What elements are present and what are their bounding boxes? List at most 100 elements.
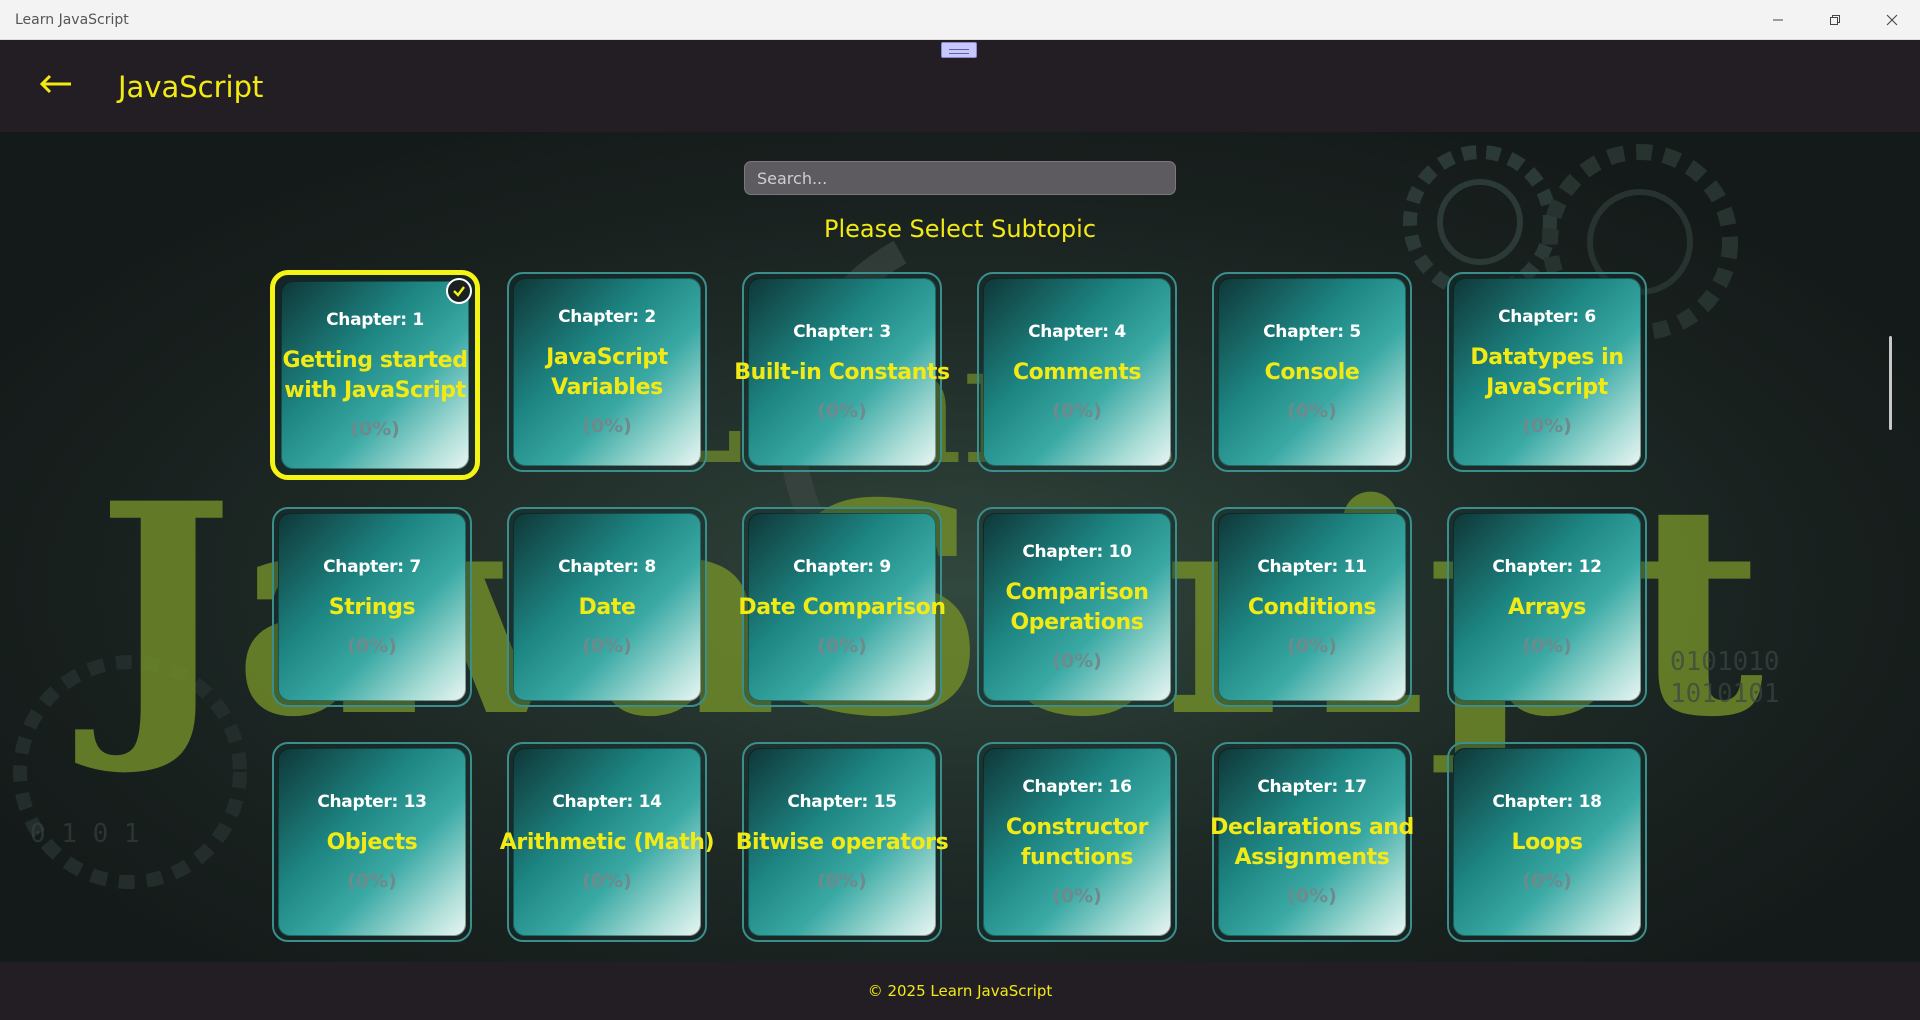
chapter-card[interactable]: Chapter: 7 Strings (0%) <box>272 507 472 707</box>
chapter-title-line: Getting started <box>282 348 468 373</box>
restore-icon <box>1829 15 1840 25</box>
chapter-title-line: Conditions <box>1247 595 1377 620</box>
svg-text:0101010: 0101010 <box>1670 647 1780 677</box>
chapter-title-line: Assignments <box>1234 845 1390 870</box>
window-titlebar: Learn JavaScript <box>0 0 1920 40</box>
chapter-card[interactable]: Chapter: 5 Console (0%) <box>1212 272 1412 472</box>
chapter-number: Chapter: 11 <box>1257 557 1367 577</box>
scrollbar-thumb[interactable] <box>1889 336 1892 430</box>
chapter-title: Comments <box>1011 358 1143 388</box>
back-button[interactable] <box>36 68 76 100</box>
chapter-card[interactable]: Chapter: 9 Date Comparison (0%) <box>738 507 946 707</box>
chapter-card-face: Chapter: 12 Arrays (0%) <box>1453 513 1641 701</box>
chapter-title: Date <box>577 593 638 623</box>
chapter-progress: (0%) <box>1287 885 1337 907</box>
chapter-title-line: Strings <box>328 595 416 620</box>
chapter-number: Chapter: 15 <box>787 792 897 812</box>
chapter-title-line: Date Comparison <box>738 595 946 620</box>
chapter-number: Chapter: 10 <box>1022 542 1132 562</box>
chapter-progress: (0%) <box>817 400 867 422</box>
chapter-title: Console <box>1263 358 1362 388</box>
chapter-card[interactable]: Chapter: 16 Constructor functions (0%) <box>977 742 1177 942</box>
chapter-number: Chapter: 9 <box>793 557 891 577</box>
chapter-title: Conditions <box>1246 593 1378 623</box>
chapter-card[interactable]: Chapter: 3 Built-in Constants (0%) <box>734 272 950 472</box>
chapter-title: Arithmetic (Math) <box>498 828 716 858</box>
chapter-card[interactable]: Chapter: 1 Getting started with JavaScript… <box>270 270 480 480</box>
chapter-card[interactable]: Chapter: 8 Date (0%) <box>507 507 707 707</box>
chapter-card-face: Chapter: 11 Conditions (0%) <box>1218 513 1406 701</box>
chapter-number: Chapter: 17 <box>1257 777 1367 797</box>
chapter-title-line: Comments <box>1012 360 1142 385</box>
chapter-progress: (0%) <box>1522 415 1572 437</box>
page-title: JavaScript <box>118 70 264 104</box>
chapter-progress: (0%) <box>817 635 867 657</box>
chapter-title: Declarations and Assignments <box>1208 813 1416 873</box>
chapter-card-face: Chapter: 7 Strings (0%) <box>278 513 466 701</box>
search-input[interactable] <box>744 161 1176 195</box>
window-controls <box>1749 0 1920 40</box>
chapter-title: Bitwise operators <box>734 828 951 858</box>
chapter-number: Chapter: 12 <box>1492 557 1602 577</box>
drag-handle[interactable] <box>941 42 977 58</box>
chapter-card-face: Chapter: 8 Date (0%) <box>513 513 701 701</box>
chapter-title-line: Built-in Constants <box>734 360 950 385</box>
chapter-number: Chapter: 16 <box>1022 777 1132 797</box>
chapter-title-line: functions <box>1020 845 1134 870</box>
left-arrow-icon <box>39 74 71 94</box>
restore-button[interactable] <box>1806 0 1863 40</box>
svg-text:1010101: 1010101 <box>1670 679 1780 709</box>
chapter-card-face: Chapter: 2 JavaScript Variables (0%) <box>513 278 701 466</box>
main-content: JavaScript Learn 0101010 1010101 0 1 0 1… <box>0 132 1920 962</box>
close-button[interactable] <box>1863 0 1920 40</box>
chapter-title: Comparison Operations <box>1003 578 1150 638</box>
chapter-card-face: Chapter: 17 Declarations and Assignments (0… <box>1210 748 1414 936</box>
chapter-number: Chapter: 6 <box>1498 307 1596 327</box>
chapter-progress: (0%) <box>347 870 397 892</box>
chapter-card[interactable]: Chapter: 15 Bitwise operators (0%) <box>736 742 949 942</box>
chapter-card[interactable]: Chapter: 11 Conditions (0%) <box>1212 507 1412 707</box>
close-icon <box>1886 14 1897 26</box>
chapter-title: Loops <box>1509 828 1584 858</box>
chapter-card-face: Chapter: 1 Getting started with JavaScript… <box>281 281 469 469</box>
chapter-title: Datatypes in JavaScript <box>1468 343 1625 403</box>
chapter-card-face: Chapter: 15 Bitwise operators (0%) <box>736 748 949 936</box>
chapter-card[interactable]: Chapter: 4 Comments (0%) <box>977 272 1177 472</box>
chapter-card-face: Chapter: 10 Comparison Operations (0%) <box>983 513 1171 701</box>
chapter-title: JavaScript Variables <box>544 343 670 403</box>
chapter-progress: (0%) <box>1287 400 1337 422</box>
chapter-title-line: Variables <box>551 375 663 400</box>
chapter-number: Chapter: 13 <box>317 792 427 812</box>
chapter-title-line: JavaScript <box>546 345 668 370</box>
chapter-number: Chapter: 7 <box>323 557 421 577</box>
chapter-title-line: Console <box>1264 360 1360 385</box>
chapter-title-line: Date <box>578 595 636 620</box>
chapter-title-line: Objects <box>326 830 418 855</box>
chapter-progress: (0%) <box>582 870 632 892</box>
chapter-card[interactable]: Chapter: 12 Arrays (0%) <box>1447 507 1647 707</box>
chapter-title-line: Constructor <box>1005 815 1149 840</box>
chapter-card[interactable]: Chapter: 10 Comparison Operations (0%) <box>977 507 1177 707</box>
footer: © 2025 Learn JavaScript <box>0 962 1920 1020</box>
chapter-number: Chapter: 18 <box>1492 792 1602 812</box>
chapter-number: Chapter: 8 <box>558 557 656 577</box>
chapter-title: Built-in Constants <box>732 358 951 388</box>
chapter-card[interactable]: Chapter: 18 Loops (0%) <box>1447 742 1647 942</box>
minimize-button[interactable] <box>1749 0 1806 40</box>
chapter-card[interactable]: Chapter: 6 Datatypes in JavaScript (0%) <box>1447 272 1647 472</box>
chapter-card[interactable]: Chapter: 17 Declarations and Assignments (0… <box>1210 742 1414 942</box>
subtitle: Please Select Subtopic <box>823 215 1097 243</box>
chapter-number: Chapter: 5 <box>1263 322 1361 342</box>
chapter-card[interactable]: Chapter: 2 JavaScript Variables (0%) <box>507 272 707 472</box>
chapter-card[interactable]: Chapter: 14 Arithmetic (Math) (0%) <box>500 742 715 942</box>
chapter-card[interactable]: Chapter: 13 Objects (0%) <box>272 742 472 942</box>
chapter-number: Chapter: 1 <box>326 310 424 330</box>
chapter-card-face: Chapter: 3 Built-in Constants (0%) <box>734 278 950 466</box>
chapter-progress: (0%) <box>1287 635 1337 657</box>
chapter-title-line: Declarations and <box>1210 815 1414 840</box>
chapter-number: Chapter: 2 <box>558 307 656 327</box>
chapter-progress: (0%) <box>1522 635 1572 657</box>
chapter-card-face: Chapter: 13 Objects (0%) <box>278 748 466 936</box>
chapter-card-face: Chapter: 4 Comments (0%) <box>983 278 1171 466</box>
chapter-number: Chapter: 3 <box>793 322 891 342</box>
